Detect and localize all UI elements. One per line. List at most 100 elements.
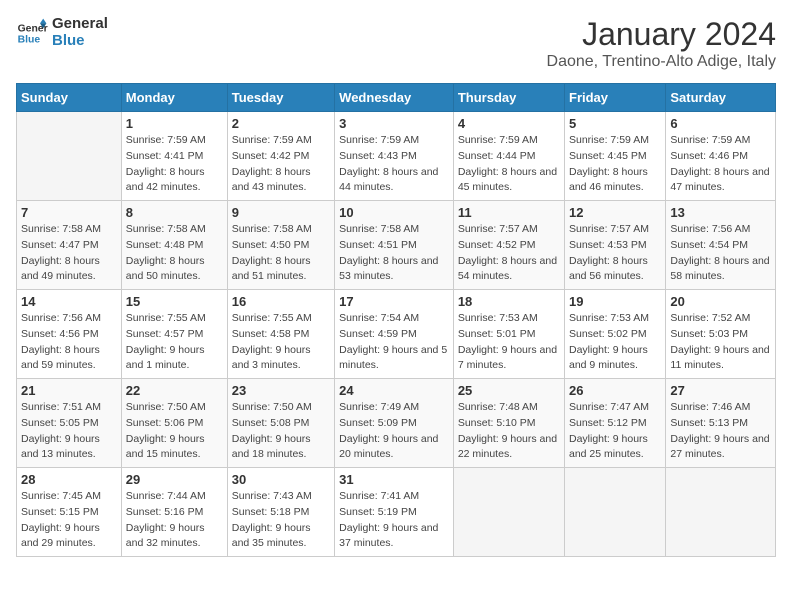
day-info: Sunrise: 7:50 AMSunset: 5:06 PMDaylight:… xyxy=(126,400,223,463)
header-monday: Monday xyxy=(121,84,227,112)
calendar-cell: 7Sunrise: 7:58 AMSunset: 4:47 PMDaylight… xyxy=(17,201,122,290)
day-number: 11 xyxy=(458,205,560,220)
day-number: 30 xyxy=(232,472,330,487)
calendar-week-5: 28 Sunrise: 7:45 AMSunset: 5:15 PMDayligh… xyxy=(17,468,776,557)
header-friday: Friday xyxy=(565,84,666,112)
day-info: Sunrise: 7:56 AMSunset: 4:56 PMDaylight:… xyxy=(21,311,117,374)
logo-line2: Blue xyxy=(52,33,108,50)
day-info: Sunrise: 7:55 AMSunset: 4:57 PMDaylight:… xyxy=(126,311,223,374)
day-info: Sunrise: 7:58 AMSunset: 4:48 PMDaylight:… xyxy=(126,222,223,285)
day-number: 20 xyxy=(670,294,771,309)
calendar-table: SundayMondayTuesdayWednesdayThursdayFrid… xyxy=(16,83,776,557)
day-number: 21 xyxy=(21,383,117,398)
calendar-cell: 14 Sunrise: 7:56 AMSunset: 4:56 PMDayligh… xyxy=(17,290,122,379)
day-info: Sunrise: 7:43 AMSunset: 5:18 PMDaylight:… xyxy=(232,489,330,552)
day-info: Sunrise: 7:51 AMSunset: 5:05 PMDaylight:… xyxy=(21,400,117,463)
day-info: Sunrise: 7:53 AMSunset: 5:02 PMDaylight:… xyxy=(569,311,661,374)
day-number: 26 xyxy=(569,383,661,398)
day-number: 9 xyxy=(232,205,330,220)
day-info: Sunrise: 7:59 AMSunset: 4:46 PMDaylight:… xyxy=(670,133,771,196)
day-number: 31 xyxy=(339,472,449,487)
calendar-cell: 26 Sunrise: 7:47 AMSunset: 5:12 PMDayligh… xyxy=(565,379,666,468)
header-thursday: Thursday xyxy=(453,84,564,112)
day-info: Sunrise: 7:41 AMSunset: 5:19 PMDaylight:… xyxy=(339,489,449,552)
calendar-cell: 29Sunrise: 7:44 AMSunset: 5:16 PMDayligh… xyxy=(121,468,227,557)
header-tuesday: Tuesday xyxy=(227,84,334,112)
day-info: Sunrise: 7:58 AMSunset: 4:47 PMDaylight:… xyxy=(21,222,117,285)
day-number: 28 xyxy=(21,472,117,487)
calendar-cell: 4Sunrise: 7:59 AMSunset: 4:44 PMDaylight… xyxy=(453,112,564,201)
day-info: Sunrise: 7:55 AMSunset: 4:58 PMDaylight:… xyxy=(232,311,330,374)
day-number: 8 xyxy=(126,205,223,220)
day-number: 4 xyxy=(458,116,560,131)
day-number: 6 xyxy=(670,116,771,131)
calendar-cell: 20Sunrise: 7:52 AMSunset: 5:03 PMDayligh… xyxy=(666,290,776,379)
calendar-cell: 5 Sunrise: 7:59 AMSunset: 4:45 PMDaylight… xyxy=(565,112,666,201)
calendar-cell xyxy=(17,112,122,201)
header-wednesday: Wednesday xyxy=(335,84,454,112)
calendar-cell: 19 Sunrise: 7:53 AMSunset: 5:02 PMDayligh… xyxy=(565,290,666,379)
calendar-cell: 3Sunrise: 7:59 AMSunset: 4:43 PMDaylight… xyxy=(335,112,454,201)
calendar-cell xyxy=(453,468,564,557)
svg-text:Blue: Blue xyxy=(18,34,41,45)
day-number: 25 xyxy=(458,383,560,398)
day-number: 3 xyxy=(339,116,449,131)
day-info: Sunrise: 7:48 AMSunset: 5:10 PMDaylight:… xyxy=(458,400,560,463)
calendar-cell: 30 Sunrise: 7:43 AMSunset: 5:18 PMDayligh… xyxy=(227,468,334,557)
day-info: Sunrise: 7:59 AMSunset: 4:45 PMDaylight:… xyxy=(569,133,661,196)
calendar-cell: 13Sunrise: 7:56 AMSunset: 4:54 PMDayligh… xyxy=(666,201,776,290)
logo-line1: General xyxy=(52,16,108,33)
day-info: Sunrise: 7:59 AMSunset: 4:42 PMDaylight:… xyxy=(232,133,330,196)
calendar-cell: 17Sunrise: 7:54 AMSunset: 4:59 PMDayligh… xyxy=(335,290,454,379)
calendar-week-3: 14 Sunrise: 7:56 AMSunset: 4:56 PMDayligh… xyxy=(17,290,776,379)
calendar-cell: 22 Sunrise: 7:50 AMSunset: 5:06 PMDayligh… xyxy=(121,379,227,468)
calendar-cell: 1Sunrise: 7:59 AMSunset: 4:41 PMDaylight… xyxy=(121,112,227,201)
day-number: 23 xyxy=(232,383,330,398)
day-info: Sunrise: 7:53 AMSunset: 5:01 PMDaylight:… xyxy=(458,311,560,374)
calendar-cell: 10Sunrise: 7:58 AMSunset: 4:51 PMDayligh… xyxy=(335,201,454,290)
calendar-cell: 15 Sunrise: 7:55 AMSunset: 4:57 PMDayligh… xyxy=(121,290,227,379)
day-info: Sunrise: 7:49 AMSunset: 5:09 PMDaylight:… xyxy=(339,400,449,463)
day-number: 12 xyxy=(569,205,661,220)
calendar-cell: 6 Sunrise: 7:59 AMSunset: 4:46 PMDaylight… xyxy=(666,112,776,201)
calendar-cell: 2 Sunrise: 7:59 AMSunset: 4:42 PMDaylight… xyxy=(227,112,334,201)
day-number: 29 xyxy=(126,472,223,487)
logo-icon: General Blue xyxy=(16,17,48,49)
header-saturday: Saturday xyxy=(666,84,776,112)
calendar-week-1: 1Sunrise: 7:59 AMSunset: 4:41 PMDaylight… xyxy=(17,112,776,201)
day-info: Sunrise: 7:56 AMSunset: 4:54 PMDaylight:… xyxy=(670,222,771,285)
day-number: 17 xyxy=(339,294,449,309)
day-info: Sunrise: 7:47 AMSunset: 5:12 PMDaylight:… xyxy=(569,400,661,463)
day-number: 15 xyxy=(126,294,223,309)
day-number: 22 xyxy=(126,383,223,398)
calendar-cell: 27Sunrise: 7:46 AMSunset: 5:13 PMDayligh… xyxy=(666,379,776,468)
day-info: Sunrise: 7:57 AMSunset: 4:52 PMDaylight:… xyxy=(458,222,560,285)
day-number: 27 xyxy=(670,383,771,398)
day-info: Sunrise: 7:50 AMSunset: 5:08 PMDaylight:… xyxy=(232,400,330,463)
calendar-subtitle: Daone, Trentino-Alto Adige, Italy xyxy=(547,53,776,71)
day-number: 14 xyxy=(21,294,117,309)
day-number: 16 xyxy=(232,294,330,309)
day-info: Sunrise: 7:59 AMSunset: 4:41 PMDaylight:… xyxy=(126,133,223,196)
day-info: Sunrise: 7:58 AMSunset: 4:50 PMDaylight:… xyxy=(232,222,330,285)
calendar-week-2: 7Sunrise: 7:58 AMSunset: 4:47 PMDaylight… xyxy=(17,201,776,290)
logo: General Blue General Blue xyxy=(16,16,108,49)
calendar-cell: 25 Sunrise: 7:48 AMSunset: 5:10 PMDayligh… xyxy=(453,379,564,468)
calendar-cell: 18 Sunrise: 7:53 AMSunset: 5:01 PMDayligh… xyxy=(453,290,564,379)
day-number: 24 xyxy=(339,383,449,398)
header-sunday: Sunday xyxy=(17,84,122,112)
day-number: 5 xyxy=(569,116,661,131)
calendar-cell xyxy=(666,468,776,557)
calendar-cell: 28 Sunrise: 7:45 AMSunset: 5:15 PMDayligh… xyxy=(17,468,122,557)
calendar-cell: 24 Sunrise: 7:49 AMSunset: 5:09 PMDayligh… xyxy=(335,379,454,468)
day-info: Sunrise: 7:58 AMSunset: 4:51 PMDaylight:… xyxy=(339,222,449,285)
calendar-title: January 2024 xyxy=(547,16,776,53)
day-number: 19 xyxy=(569,294,661,309)
day-info: Sunrise: 7:45 AMSunset: 5:15 PMDaylight:… xyxy=(21,489,117,552)
calendar-cell: 23 Sunrise: 7:50 AMSunset: 5:08 PMDayligh… xyxy=(227,379,334,468)
calendar-cell: 11 Sunrise: 7:57 AMSunset: 4:52 PMDayligh… xyxy=(453,201,564,290)
day-number: 18 xyxy=(458,294,560,309)
calendar-header-row: SundayMondayTuesdayWednesdayThursdayFrid… xyxy=(17,84,776,112)
day-number: 2 xyxy=(232,116,330,131)
calendar-week-4: 21 Sunrise: 7:51 AMSunset: 5:05 PMDayligh… xyxy=(17,379,776,468)
